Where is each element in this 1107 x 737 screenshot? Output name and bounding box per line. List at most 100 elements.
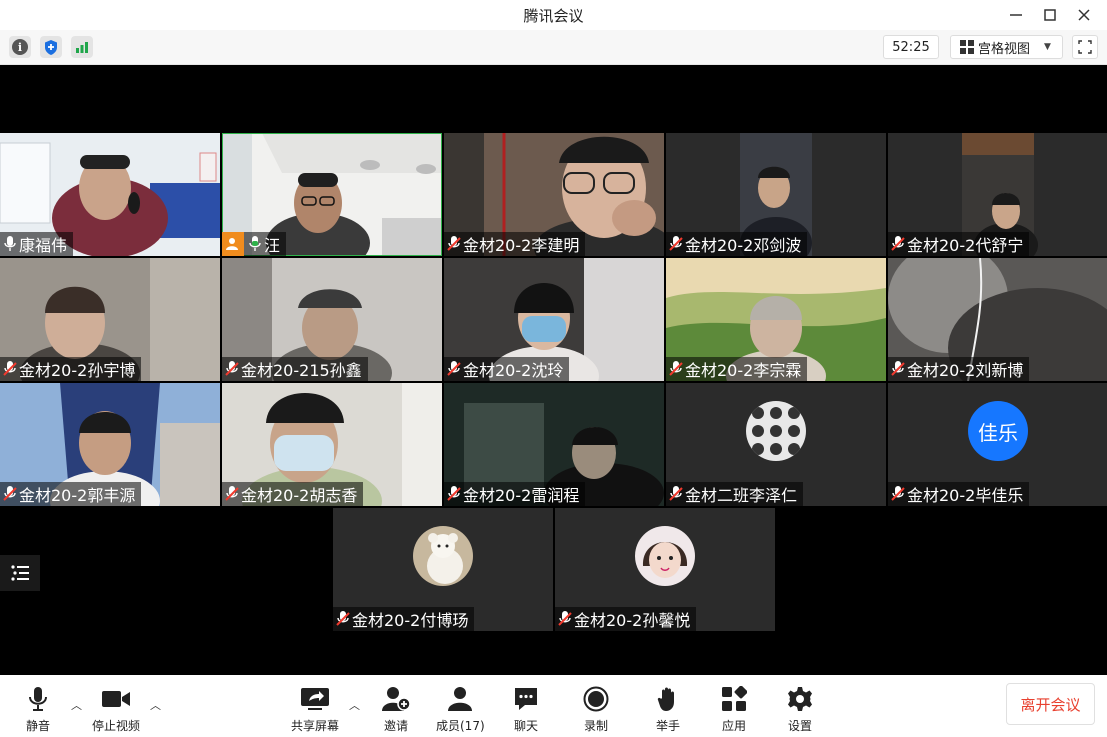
participant-name: 金材20-2孙馨悦 (574, 611, 691, 630)
meeting-timer: 52:25 (883, 35, 939, 59)
participant-name: 康福伟 (19, 236, 68, 255)
participant-name: 金材20-2毕佳乐 (907, 486, 1024, 505)
leave-meeting-button[interactable]: 离开会议 (1006, 683, 1095, 725)
video-options-chevron-up-icon[interactable]: ︿ (150, 697, 161, 713)
video-tile[interactable]: 金材20-215孙鑫 (222, 258, 442, 381)
mic-muted-icon (668, 360, 684, 378)
participant-name-bar: 金材20-2付博玚 (333, 607, 475, 631)
participant-name-bar: 康福伟 (0, 232, 74, 256)
mic-muted-icon (446, 485, 462, 503)
video-tile-camera-off[interactable]: 金材二班李泽仁 (666, 383, 886, 506)
participant-list-toggle-button[interactable] (0, 555, 40, 591)
video-tile[interactable]: 金材20-2刘新博 (888, 258, 1107, 381)
mic-muted-icon (224, 485, 240, 503)
apps-icon (718, 685, 750, 713)
window-controls (999, 0, 1101, 30)
close-button[interactable] (1067, 0, 1101, 30)
microphone-icon (22, 685, 54, 713)
mic-muted-icon (2, 360, 18, 378)
hand-icon (652, 685, 684, 713)
security-button[interactable] (40, 36, 62, 58)
mic-muted-icon (2, 485, 18, 503)
mute-button[interactable]: 静音 (22, 685, 54, 734)
video-tile[interactable]: 金材20-2胡志香 (222, 383, 442, 506)
video-tile-camera-off[interactable]: 佳乐 金材20-2毕佳乐 (888, 383, 1107, 506)
mic-muted-icon (890, 360, 906, 378)
members-label: 成员(17) (436, 719, 485, 733)
video-tile[interactable]: 金材20-2雷润程 (444, 383, 664, 506)
video-tile-camera-off[interactable]: 金材20-2孙馨悦 (555, 508, 775, 631)
video-tile[interactable]: 金材20-2孙宇博 (0, 258, 220, 381)
participant-name-bar: 金材20-2毕佳乐 (888, 482, 1030, 506)
fullscreen-button[interactable] (1072, 35, 1098, 59)
gear-icon (784, 685, 816, 713)
info-icon: i (12, 39, 28, 55)
participant-name-bar: 金材二班李泽仁 (666, 482, 804, 506)
participant-avatar-text: 佳乐 (968, 401, 1028, 461)
grid-view-icon (960, 40, 974, 54)
participant-name: 金材20-2郭丰源 (19, 486, 136, 505)
video-tile[interactable]: 金材20-2李建明 (444, 133, 664, 256)
meeting-info-bar: i 52:25 宫格视图 ▼ (0, 30, 1107, 65)
view-mode-label: 宫格视图 (978, 41, 1031, 57)
video-tile-camera-off[interactable]: 金材20-2付博玚 (333, 508, 553, 631)
maximize-button[interactable] (1033, 0, 1067, 30)
participant-avatar (635, 526, 695, 586)
mic-muted-icon (668, 235, 684, 253)
participant-name-bar: 金材20-2胡志香 (222, 482, 364, 506)
settings-button[interactable]: 设置 (784, 685, 816, 734)
video-tile-active-speaker[interactable]: 汪 (222, 133, 442, 256)
participant-name: 金材20-2付博玚 (352, 611, 469, 630)
participant-name: 金材20-2邓剑波 (685, 236, 802, 255)
mic-muted-icon (557, 610, 573, 628)
mic-muted-icon (446, 235, 462, 253)
participant-name: 金材20-2沈玲 (463, 361, 564, 380)
video-tile[interactable]: 金材20-2邓剑波 (666, 133, 886, 256)
title-bar: 腾讯会议 (0, 0, 1107, 30)
participant-name-bar: 金材20-2孙宇博 (0, 357, 142, 381)
video-tile[interactable]: 金材20-2李宗霖 (666, 258, 886, 381)
mic-icon (2, 235, 18, 253)
participant-name-bar: 金材20-2李宗霖 (666, 357, 808, 381)
share-options-chevron-up-icon[interactable]: ︿ (349, 697, 360, 713)
members-icon (444, 685, 476, 713)
stop-video-button[interactable]: 停止视频 (92, 685, 140, 734)
participant-name-bar: 金材20-2雷润程 (444, 482, 586, 506)
video-tile[interactable]: 金材20-2郭丰源 (0, 383, 220, 506)
network-status-button[interactable] (71, 36, 93, 58)
participant-avatar (746, 401, 806, 461)
record-icon (580, 685, 612, 713)
share-screen-button[interactable]: 共享屏幕 (291, 685, 339, 734)
participant-name-bar: 金材20-2沈玲 (444, 357, 570, 381)
mic-muted-icon (890, 235, 906, 253)
meeting-window: 腾讯会议 i 52:25 宫格视图 ▼ 康福伟 汪 金材20-2李建明 金材20… (0, 0, 1107, 737)
mic-muted-icon (335, 610, 351, 628)
meeting-info-button[interactable]: i (9, 36, 31, 58)
participant-avatar (413, 526, 473, 586)
chat-button[interactable]: 聊天 (510, 685, 542, 734)
video-tile[interactable]: 金材20-2沈玲 (444, 258, 664, 381)
meeting-toolbar: 静音 ︿ 停止视频 ︿ 共享屏幕 ︿ 邀请 成员(17) 聊天 录制 举手 应用… (0, 675, 1107, 737)
video-tile[interactable]: 康福伟 (0, 133, 220, 256)
raise-hand-button[interactable]: 举手 (652, 685, 684, 734)
close-icon (1078, 9, 1090, 21)
video-tile[interactable]: 金材20-2代舒宁 (888, 133, 1107, 256)
mic-active-icon (247, 235, 263, 253)
mic-muted-icon (890, 485, 906, 503)
chat-icon (510, 685, 542, 713)
members-button[interactable]: 成员(17) (436, 685, 485, 734)
invite-button[interactable]: 邀请 (380, 685, 412, 734)
participant-name: 金材20-2李建明 (463, 236, 580, 255)
participant-name: 金材20-2胡志香 (241, 486, 358, 505)
view-mode-dropdown[interactable]: 宫格视图 ▼ (950, 35, 1063, 59)
add-user-icon (380, 685, 412, 713)
apps-label: 应用 (721, 719, 746, 733)
participant-name-bar: 金材20-2孙馨悦 (555, 607, 697, 631)
minimize-button[interactable] (999, 0, 1033, 30)
mute-options-chevron-up-icon[interactable]: ︿ (71, 697, 82, 713)
apps-button[interactable]: 应用 (718, 685, 750, 734)
invite-label: 邀请 (383, 719, 408, 733)
video-grid: 康福伟 汪 金材20-2李建明 金材20-2邓剑波 金材20-2代舒宁 金材20… (0, 65, 1107, 675)
record-button[interactable]: 录制 (580, 685, 612, 734)
participant-name-bar: 金材20-2李建明 (444, 232, 586, 256)
